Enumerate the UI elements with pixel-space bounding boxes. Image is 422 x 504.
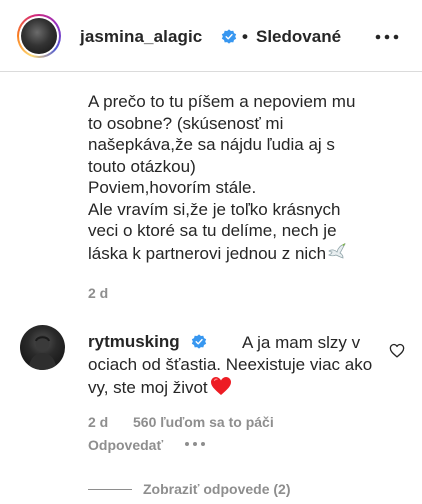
dove-emoji-icon <box>328 242 347 259</box>
comment-time: 2 d <box>88 285 109 301</box>
verified-badge-icon <box>221 29 237 44</box>
comment-text: A prečo to tu píšem a nepoviem mu to oso… <box>88 92 356 263</box>
reply-more-options-icon[interactable] <box>184 441 206 447</box>
comment-body: A prečo to tu píšem a nepoviem mu to oso… <box>88 91 388 264</box>
view-replies-divider <box>88 489 132 490</box>
reply-button[interactable]: Odpovedať <box>88 437 163 453</box>
red-heart-emoji-icon <box>210 377 231 395</box>
post-header: jasmina_alagic • Sledované <box>0 0 422 72</box>
reply-body: A ja mam slzy v ociach od šťastia. Neexi… <box>88 332 388 399</box>
header-separator: • <box>242 27 248 46</box>
profile-photo <box>21 18 57 54</box>
profile-avatar[interactable] <box>17 14 61 58</box>
reply-likes-count[interactable]: 560 ľuďom sa to páči <box>133 414 274 430</box>
reply-time: 2 d <box>88 414 109 430</box>
view-replies-button[interactable]: Zobraziť odpovede (2) <box>143 481 291 497</box>
header-username[interactable]: jasmina_alagic <box>80 27 202 47</box>
profile-photo <box>28 335 57 370</box>
heart-outline-icon[interactable] <box>389 343 405 358</box>
following-button[interactable]: Sledované <box>256 27 341 47</box>
reply-avatar[interactable] <box>20 325 65 370</box>
more-options-icon[interactable] <box>374 30 400 44</box>
